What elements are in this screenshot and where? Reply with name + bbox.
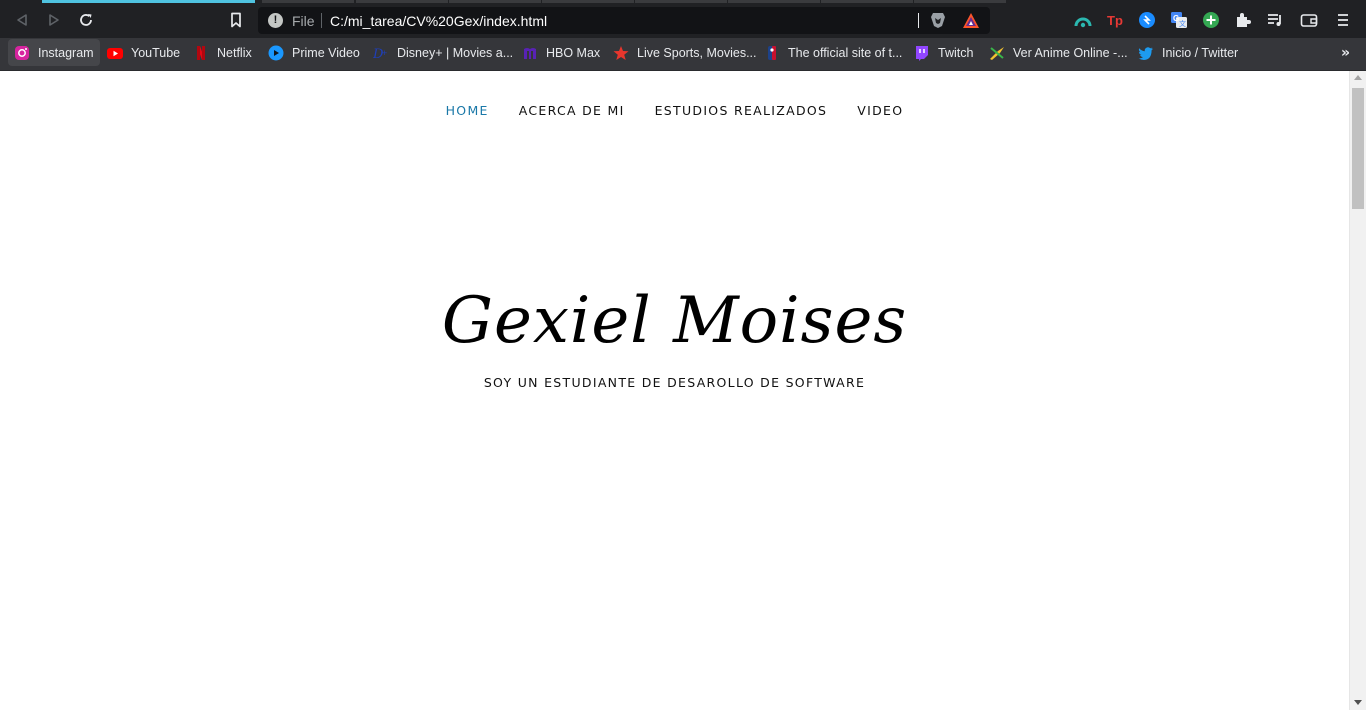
bookmark-label: Disney+ | Movies a... xyxy=(397,45,514,60)
instagram-icon xyxy=(14,45,30,61)
anime-icon xyxy=(989,45,1005,61)
bookmark-hbo-max[interactable]: HBO Max xyxy=(516,39,606,66)
reload-button[interactable] xyxy=(73,8,99,32)
bookmark-twitch[interactable]: Twitch xyxy=(908,39,979,66)
vertical-scrollbar[interactable] xyxy=(1349,71,1366,710)
media-queue-icon[interactable] xyxy=(1266,11,1284,29)
hero-subtitle: SOY UN ESTUDIANTE DE DESAROLLO DE SOFTWA… xyxy=(483,375,866,390)
puzzle-extensions-icon[interactable] xyxy=(1234,11,1252,29)
bookmarks-bar: Instagram YouTube Netflix Prime Video D +… xyxy=(0,38,1366,71)
star-icon xyxy=(613,45,629,61)
shazam-extension-icon[interactable] xyxy=(1138,11,1156,29)
back-icon xyxy=(15,13,29,27)
bookmark-netflix[interactable]: Netflix xyxy=(187,39,258,66)
brave-rewards-icon[interactable] xyxy=(962,12,980,29)
divider xyxy=(918,13,919,28)
bookmark-ver-anime[interactable]: Ver Anime Online -... xyxy=(983,39,1134,66)
nav-about[interactable]: ACERCA DE MI xyxy=(519,103,625,119)
reload-icon xyxy=(78,12,94,28)
bookmark-prime-video[interactable]: Prime Video xyxy=(262,39,366,66)
info-icon[interactable]: ! xyxy=(268,13,283,28)
svg-text:文: 文 xyxy=(1179,19,1186,28)
google-translate-extension-icon[interactable]: G文 xyxy=(1170,11,1188,29)
scheme-label: File xyxy=(292,13,315,29)
hero-name: Gexiel Moises xyxy=(441,284,908,358)
tp-extension-icon[interactable]: Tp xyxy=(1106,11,1124,29)
forward-icon xyxy=(47,13,61,27)
scroll-up-icon[interactable] xyxy=(1354,75,1362,80)
bookmark-label: YouTube xyxy=(131,45,181,60)
bookmark-label: Prime Video xyxy=(292,45,360,60)
disney-plus-icon: D + xyxy=(373,45,389,61)
twitter-icon xyxy=(1138,45,1154,61)
nav-video[interactable]: VIDEO xyxy=(857,103,903,119)
scroll-down-icon[interactable] xyxy=(1354,700,1362,705)
browser-toolbar: ! File C:/mi_tarea/CV%20Gex/index.html T… xyxy=(0,3,1366,38)
bookmark-twitter[interactable]: Inicio / Twitter xyxy=(1132,39,1244,66)
divider xyxy=(321,13,322,28)
bookmark-label: Instagram xyxy=(38,45,94,60)
nba-icon xyxy=(764,45,780,61)
bookmark-page-button[interactable] xyxy=(223,8,249,32)
wallet-icon[interactable] xyxy=(1300,11,1318,29)
page-viewport: HOME ACERCA DE MI ESTUDIOS REALIZADOS VI… xyxy=(0,71,1349,710)
bookmark-disney-plus[interactable]: D + Disney+ | Movies a... xyxy=(367,39,519,66)
bookmark-label: The official site of t... xyxy=(788,45,903,60)
brave-shields-icon[interactable] xyxy=(929,11,947,29)
hbo-max-icon xyxy=(522,45,538,61)
bookmark-label: Netflix xyxy=(217,45,252,60)
nav-studies[interactable]: ESTUDIOS REALIZADOS xyxy=(655,103,828,119)
url-text[interactable]: C:/mi_tarea/CV%20Gex/index.html xyxy=(330,12,547,30)
twitch-icon xyxy=(914,45,930,61)
bookmark-nba[interactable]: The official site of t... xyxy=(758,39,908,66)
bookmark-live-sports[interactable]: Live Sports, Movies... xyxy=(607,39,763,66)
bookmark-instagram[interactable]: Instagram xyxy=(8,39,100,66)
site-nav: HOME ACERCA DE MI ESTUDIOS REALIZADOS VI… xyxy=(0,103,1349,119)
scrollbar-thumb[interactable] xyxy=(1352,88,1364,209)
forward-button[interactable] xyxy=(41,8,67,32)
speedometer-extension-icon[interactable] xyxy=(1074,11,1092,29)
nav-home[interactable]: HOME xyxy=(446,103,489,119)
menu-icon[interactable] xyxy=(1334,11,1352,29)
netflix-icon xyxy=(193,45,209,61)
back-button[interactable] xyxy=(9,8,35,32)
prime-video-icon xyxy=(268,45,284,61)
add-extension-icon[interactable] xyxy=(1202,11,1220,29)
bookmark-icon xyxy=(229,12,243,28)
bookmark-label: HBO Max xyxy=(546,45,601,60)
address-bar[interactable]: ! File C:/mi_tarea/CV%20Gex/index.html xyxy=(258,7,990,34)
bookmark-label: Twitch xyxy=(938,45,974,60)
youtube-icon xyxy=(107,45,123,61)
svg-text:+: + xyxy=(382,48,387,58)
bookmark-label: Ver Anime Online -... xyxy=(1013,45,1128,60)
bookmark-label: Live Sports, Movies... xyxy=(637,45,757,60)
bookmark-youtube[interactable]: YouTube xyxy=(101,39,186,66)
svg-text:Tp: Tp xyxy=(1107,13,1123,28)
bookmarks-overflow-icon[interactable]: » xyxy=(1341,43,1350,63)
bookmark-label: Inicio / Twitter xyxy=(1162,45,1239,60)
